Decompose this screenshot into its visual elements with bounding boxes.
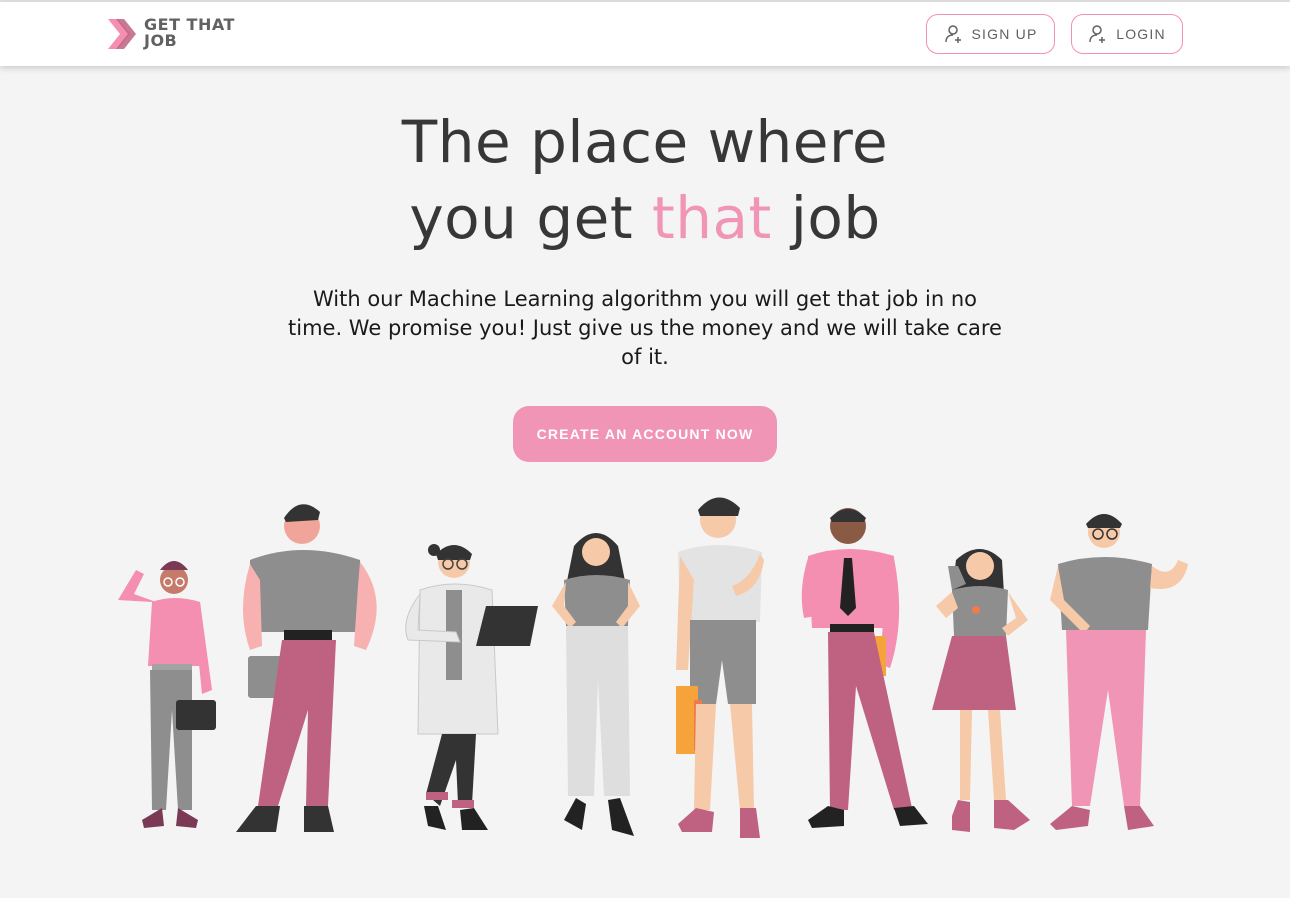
- hero-title-line-1: The place where: [401, 108, 889, 176]
- logo[interactable]: GET THAT JOB: [108, 17, 248, 51]
- signup-button[interactable]: SIGN UP: [926, 14, 1055, 54]
- login-button[interactable]: LOGIN: [1071, 14, 1183, 54]
- hero-title-accent: that: [652, 184, 772, 252]
- people-illustration: [118, 497, 1188, 838]
- user-plus-icon: [1089, 25, 1106, 43]
- person-5-illustration: [676, 497, 764, 838]
- signup-label: SIGN UP: [971, 26, 1038, 42]
- hero-title-line-2b: job: [771, 184, 881, 252]
- hero-title: The place where you get that job: [0, 104, 1290, 256]
- login-label: LOGIN: [1116, 26, 1166, 42]
- person-8-illustration: [1050, 514, 1188, 830]
- person-6-illustration: [801, 508, 928, 828]
- hero-title-line-2a: you get: [409, 184, 653, 252]
- person-3-illustration: [405, 544, 538, 830]
- chevron-logo-icon: [108, 19, 136, 49]
- user-plus-icon: [944, 25, 961, 43]
- person-4-illustration: [552, 533, 640, 836]
- create-account-button[interactable]: CREATE AN ACCOUNT NOW: [513, 406, 777, 462]
- hero-subtitle: With our Machine Learning algorithm you …: [288, 287, 1002, 369]
- person-2-illustration: [236, 504, 377, 832]
- person-1-illustration: [118, 561, 216, 828]
- logo-line-2: JOB: [144, 31, 178, 50]
- logo-text: GET THAT JOB: [144, 17, 254, 49]
- person-7-illustration: [932, 549, 1030, 832]
- top-navbar: GET THAT JOB SIGN UP LOGIN: [0, 2, 1290, 66]
